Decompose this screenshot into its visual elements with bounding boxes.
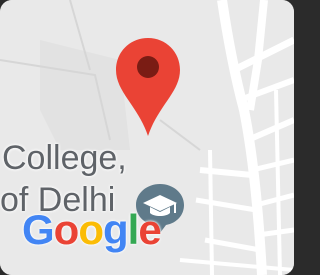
- logo-letter: g: [102, 206, 129, 253]
- map-thumbnail[interactable]: College, of Delhi Google: [0, 0, 294, 275]
- logo-letter: l: [127, 206, 140, 253]
- google-logo: Google: [22, 206, 162, 253]
- logo-letter: o: [53, 206, 80, 253]
- logo-letter: G: [22, 206, 55, 253]
- location-pin-icon[interactable]: [114, 36, 182, 138]
- place-label-line1: College,: [2, 139, 127, 177]
- logo-letter: e: [138, 206, 161, 253]
- logo-letter: o: [78, 206, 104, 253]
